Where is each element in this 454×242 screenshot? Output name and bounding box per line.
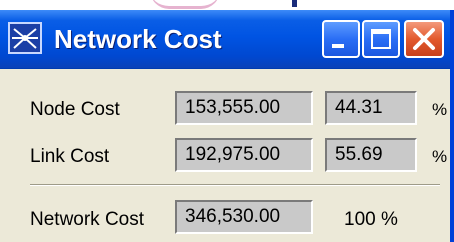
maximize-icon	[371, 29, 391, 49]
close-icon	[413, 28, 435, 50]
window-title: Network Cost	[54, 24, 222, 54]
network-cost-percent: 100 %	[344, 209, 398, 230]
minimize-button[interactable]	[322, 20, 360, 58]
network-cost-value[interactable]: 346,530.00	[175, 200, 313, 234]
link-cost-percent[interactable]: 55.69	[325, 138, 417, 172]
node-cost-percent[interactable]: 44.31	[325, 91, 417, 125]
link-cost-percent-sign: %	[432, 147, 448, 166]
node-cost-label: Node Cost	[30, 99, 120, 120]
network-cost-window: Network Cost Node Cost 153,555.00 44.31 …	[0, 10, 454, 242]
link-cost-value[interactable]: 192,975.00	[175, 138, 313, 172]
network-cost-label: Network Cost	[30, 209, 145, 230]
desktop-decoration	[150, 0, 220, 9]
maximize-button[interactable]	[362, 20, 400, 58]
node-cost-percent-sign: %	[432, 100, 448, 119]
minimize-icon	[332, 44, 344, 48]
title-bar[interactable]: Network Cost	[0, 10, 450, 69]
desktop-decoration	[292, 0, 297, 7]
node-cost-value[interactable]: 153,555.00	[175, 91, 313, 125]
divider	[30, 184, 440, 186]
desktop-background	[0, 0, 454, 10]
close-button[interactable]	[404, 20, 444, 58]
network-app-icon[interactable]	[8, 22, 42, 54]
link-cost-label: Link Cost	[30, 146, 110, 167]
